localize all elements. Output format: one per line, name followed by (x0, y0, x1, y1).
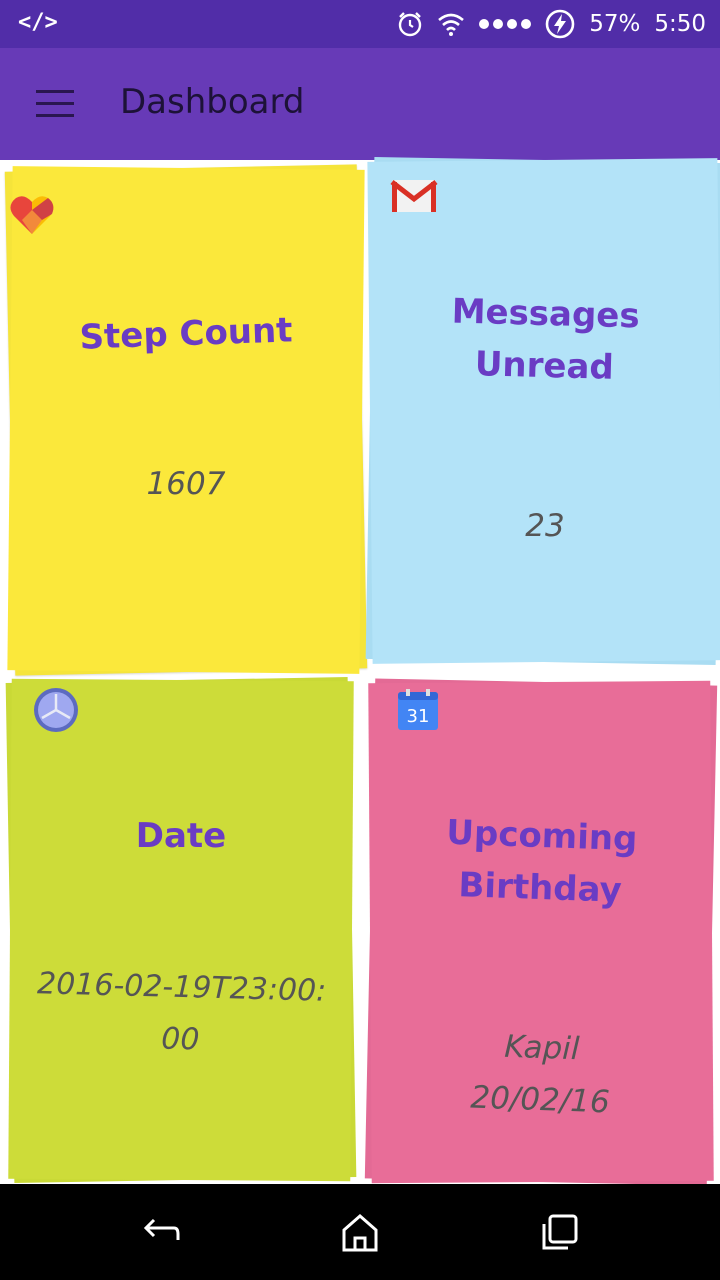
calendar-icon-text: 31 (407, 706, 430, 727)
date-card[interactable]: Date 2016-02-19T23:00:00 (5, 677, 357, 1183)
messages-unread-value: 23 (525, 508, 565, 544)
step-count-card[interactable]: Step Count 1607 (4, 164, 368, 676)
step-count-value: 1607 (146, 466, 226, 502)
home-icon[interactable] (336, 1208, 384, 1256)
hamburger-menu-icon[interactable] (24, 80, 86, 128)
signal-icon (479, 19, 532, 29)
calendar-icon: 31 (398, 689, 438, 730)
clock-icon (34, 688, 78, 732)
google-fit-heart-icon (10, 196, 54, 234)
navigation-bar (0, 1184, 720, 1280)
date-value: 2016-02-19T23:00:00 (36, 966, 327, 1058)
alarm-icon (399, 12, 422, 37)
recents-icon[interactable] (536, 1208, 584, 1256)
page-title: Dashboard (120, 82, 305, 122)
developer-icon: </> (18, 10, 58, 35)
wifi-icon (438, 13, 465, 36)
messages-unread-card[interactable]: Messages Unread 23 (365, 156, 720, 666)
date-title: Date (135, 816, 227, 856)
upcoming-birthday-value: Kapil 20/02/16 (469, 1028, 611, 1121)
back-icon[interactable] (136, 1208, 184, 1256)
battery-charging-icon (545, 9, 575, 39)
gmail-icon (390, 180, 438, 212)
app-bar: Dashboard (0, 48, 720, 160)
battery-percent: 57% (589, 11, 641, 37)
status-bar: </> 57% 5:50 (0, 0, 720, 48)
upcoming-birthday-title: Upcoming Birthday (445, 812, 639, 911)
messages-unread-title: Messages Unread (451, 291, 641, 388)
clock-time: 5:50 (654, 11, 706, 37)
upcoming-birthday-card[interactable]: 31 Upcoming Birthday Kapil 20/02/16 (364, 678, 718, 1186)
